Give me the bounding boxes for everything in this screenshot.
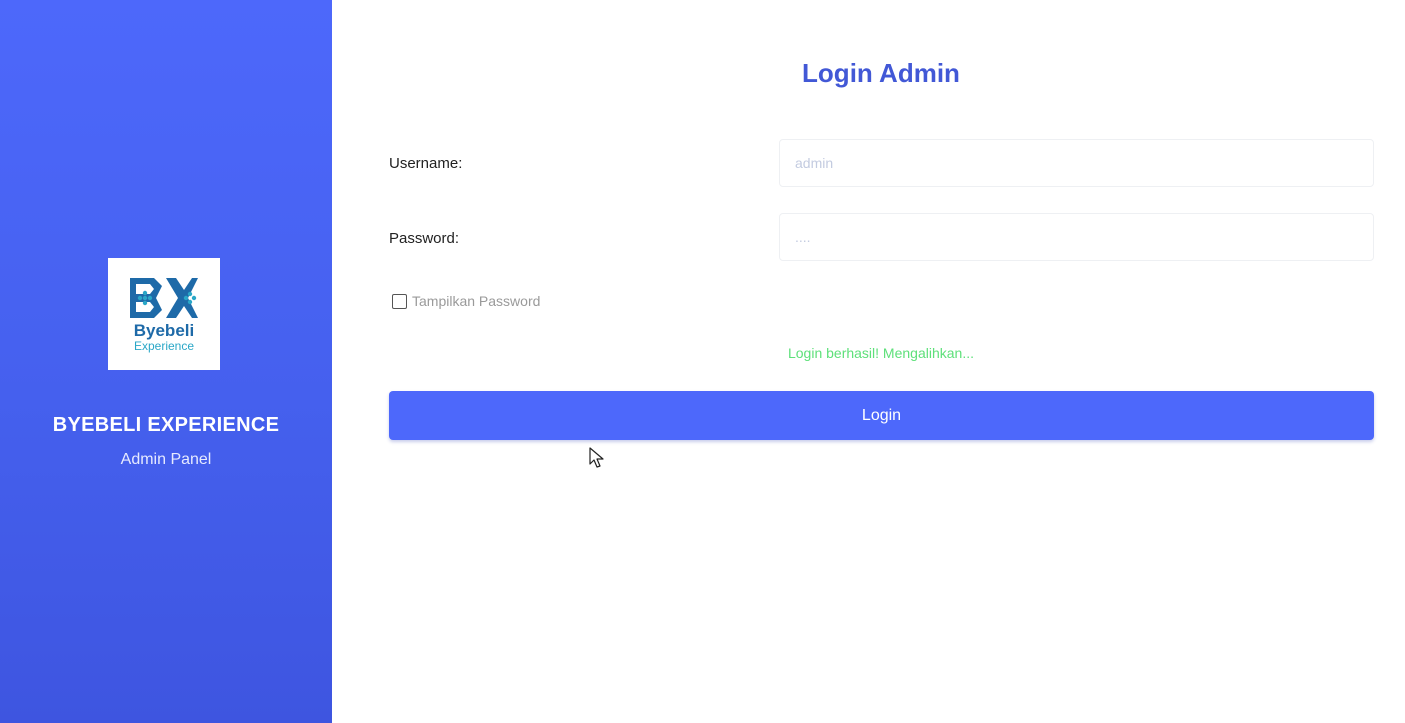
brand-title: BYEBELI EXPERIENCE [52,414,280,436]
show-password-checkbox[interactable] [392,293,407,309]
username-label: Username: [389,155,463,172]
show-password-label[interactable]: Tampilkan Password [412,293,540,309]
show-password-row[interactable]: Tampilkan Password [392,293,540,309]
sidebar-panel: Byebeli Experience BYEBELI EXPERIENCE Ad… [0,0,332,723]
page-title: Login Admin [802,58,960,88]
password-label: Password: [389,230,460,247]
brand-logo: Byebeli Experience [108,258,220,370]
login-button[interactable]: Login [389,391,1374,440]
controller-bx-logo-icon [130,278,198,318]
username-input[interactable] [779,139,1374,187]
mouse-cursor-icon [589,447,604,468]
logo-wordmark: Byebeli [133,321,195,340]
logo-tagline: Experience [133,339,195,353]
status-message: Login berhasil! Mengalihkan... [787,345,974,361]
password-input[interactable] [779,213,1374,261]
brand-subtitle: Admin Panel [120,451,212,468]
